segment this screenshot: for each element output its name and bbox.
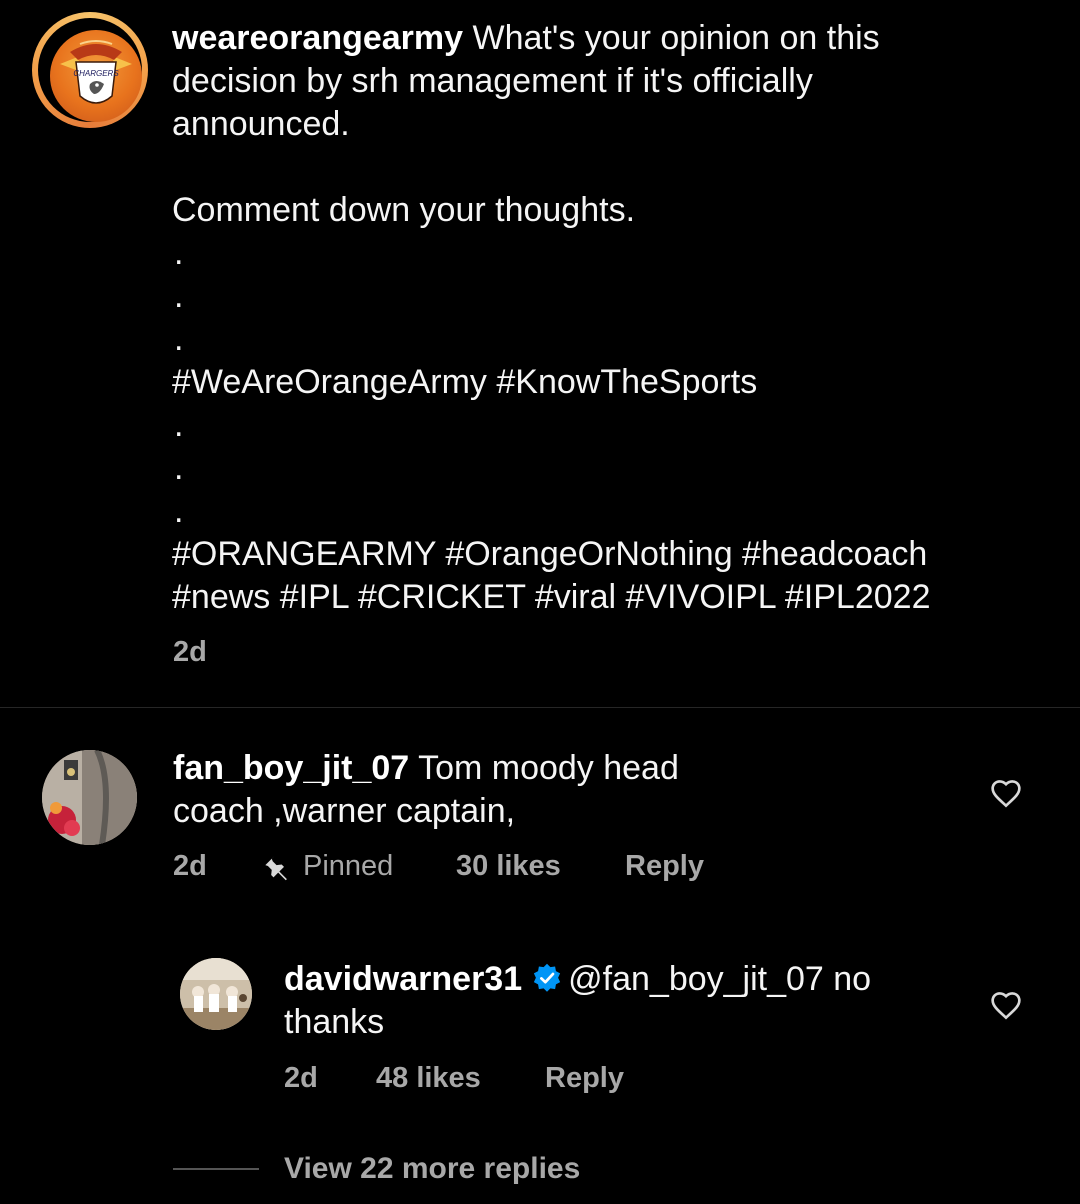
- reply-username[interactable]: davidwarner31: [284, 960, 522, 998]
- heart-outline-icon[interactable]: [990, 990, 1022, 1020]
- pinned-label: Pinned: [303, 850, 394, 882]
- post-author-avatar[interactable]: CHARGERS: [32, 12, 148, 128]
- caption-dot: .: [174, 449, 184, 487]
- heart-outline-icon[interactable]: [990, 778, 1022, 808]
- comment-body: fan_boy_jit_07 Tom moody head coach ,war…: [173, 747, 733, 833]
- thread-line: [173, 1168, 259, 1170]
- reply-body: davidwarner31 @fan_boy_jit_07 no thanks: [284, 958, 964, 1044]
- verified-badge-icon: [534, 963, 561, 992]
- comment-likes[interactable]: 30 likes: [456, 850, 561, 883]
- post-caption-block: CHARGERS weareorangearmy What's your opi…: [0, 0, 1080, 707]
- reply-meta-row: 2d 48 likes Reply: [284, 1062, 884, 1102]
- caption-dot: .: [174, 277, 184, 315]
- hashtag-line[interactable]: #news #IPL #CRICKET #viral #VIVOIPL #IPL…: [172, 576, 1032, 619]
- view-more-replies-label: View 22 more replies: [284, 1152, 581, 1185]
- reply-avatar[interactable]: [180, 958, 252, 1030]
- comment-meta-row: 2d Pinned 30 likes Reply: [173, 850, 873, 890]
- caption-dot: .: [174, 492, 184, 530]
- pin-icon: [263, 854, 291, 890]
- caption-dot: .: [174, 234, 184, 272]
- sunrisers-chargers-logo-icon: CHARGERS: [50, 30, 142, 122]
- view-more-replies-button[interactable]: View 22 more replies: [173, 1152, 633, 1192]
- caption-dot: .: [174, 406, 184, 444]
- svg-text:CHARGERS: CHARGERS: [73, 69, 119, 78]
- caption-line: Comment down your thoughts.: [172, 191, 636, 229]
- hashtag-line[interactable]: #WeAreOrangeArmy #KnowTheSports: [172, 361, 1032, 404]
- reply-reply-button[interactable]: Reply: [545, 1062, 624, 1095]
- hashtag-line[interactable]: #ORANGEARMY #OrangeOrNothing #headcoach: [172, 533, 1032, 576]
- post-username[interactable]: weareorangearmy: [172, 19, 463, 57]
- post-caption: weareorangearmy What's your opinion on t…: [172, 17, 1032, 619]
- reply-likes[interactable]: 48 likes: [376, 1062, 481, 1095]
- caption-dot: .: [174, 320, 184, 358]
- caption-divider: [0, 707, 1080, 708]
- caption-line: announced.: [172, 105, 350, 143]
- caption-line: What's your opinion on this: [472, 19, 880, 57]
- comment-avatar[interactable]: [42, 750, 137, 845]
- comment-reply-button[interactable]: Reply: [625, 850, 704, 883]
- comment-text-line: Tom moody head: [418, 749, 679, 787]
- comment-text-line: coach ,warner captain,: [173, 792, 516, 830]
- comment-username[interactable]: fan_boy_jit_07: [173, 749, 409, 787]
- caption-line: decision by srh management if it's offic…: [172, 62, 813, 100]
- reply-timestamp: 2d: [284, 1062, 318, 1094]
- post-timestamp: 2d: [173, 636, 207, 668]
- comment-timestamp: 2d: [173, 850, 207, 882]
- reply-text-line: thanks: [284, 1003, 385, 1041]
- reply-text-line: @fan_boy_jit_07 no: [568, 960, 872, 998]
